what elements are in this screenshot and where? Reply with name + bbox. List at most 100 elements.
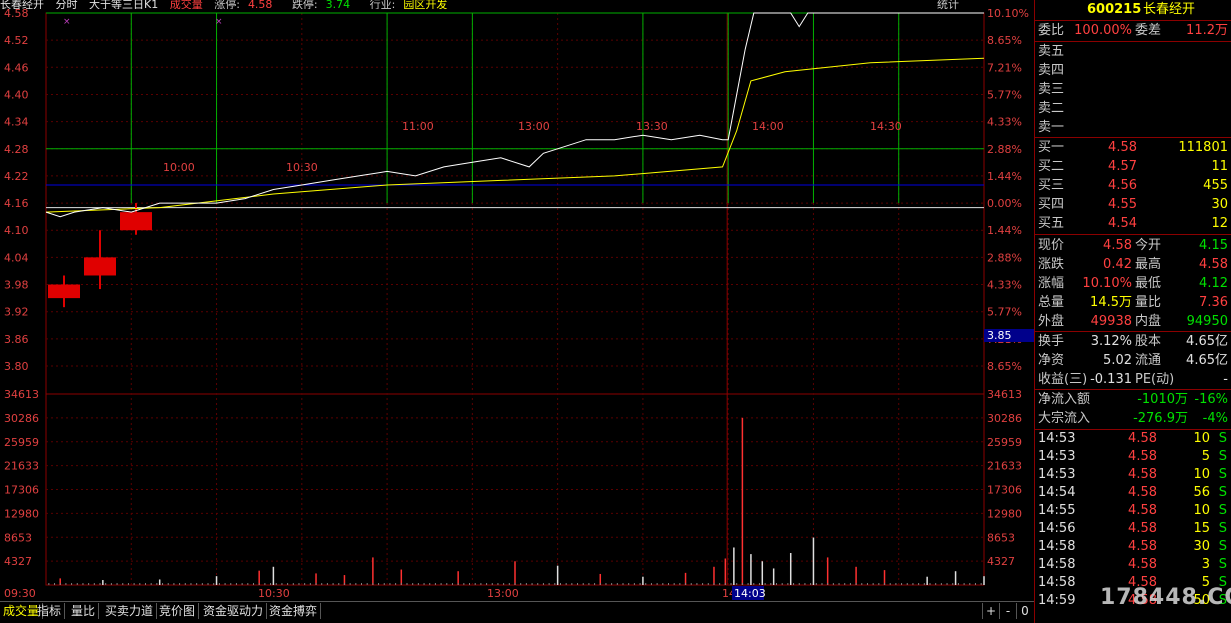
tick-price: 4.58	[1128, 467, 1157, 482]
quote-row: 现价 4.58 今开 4.15	[1035, 236, 1231, 255]
price-tick-label: 4.16	[4, 197, 29, 210]
cursor-value-label: 3.85	[987, 329, 1012, 342]
reset-button[interactable]: 0	[1016, 603, 1033, 619]
pct-tick-label: 5.77%	[987, 88, 1022, 101]
tick-volume: 5	[1201, 449, 1210, 464]
tick-price: 4.58	[1128, 521, 1157, 536]
tick-volume: 30	[1193, 539, 1210, 554]
buy-level-2: 买二 4.57 11	[1035, 157, 1231, 176]
diff-value: 11.2万	[1186, 23, 1228, 38]
stock-name-label: 长春经开	[0, 0, 44, 9]
quote-label: 量比	[1135, 295, 1162, 310]
panel-title: 600215 长春经开	[1035, 0, 1231, 20]
sell-level-label: 卖一	[1038, 120, 1065, 135]
sell-level-2: 卖二	[1035, 99, 1231, 118]
tick-time: 14:58	[1038, 557, 1076, 572]
price-tick-label: 3.80	[4, 360, 29, 373]
fundamental-label: PE(动)	[1135, 372, 1175, 387]
buy-level-4: 买四 4.55 30	[1035, 195, 1231, 214]
candle-body	[120, 212, 152, 231]
fund-flow-row: 大宗流入 -276.9万 -4%	[1035, 409, 1231, 428]
volume-tick-label-right: 8653	[987, 531, 1015, 544]
quote-label: 最低	[1135, 276, 1162, 291]
time-axis-label: 13:00	[487, 587, 519, 600]
quote-label: 最高	[1135, 257, 1162, 272]
tick-price: 4.58	[1128, 503, 1157, 518]
sell-level-5: 卖五	[1035, 42, 1231, 61]
buy-level-label: 买五	[1038, 216, 1065, 231]
price-tick-label: 4.22	[4, 170, 29, 183]
volume-tick-label: 4327	[4, 555, 32, 568]
fundamental-label: 流通	[1135, 353, 1162, 368]
quote-value: 10.10%	[1082, 276, 1132, 291]
buy-level-price: 4.54	[1108, 216, 1137, 231]
tick-time: 14:56	[1038, 521, 1076, 536]
intraday-chart[interactable]: 4.58 10.10%4.52 8.65%4.46 7.21%4.40 5.77%4.3…	[0, 0, 1034, 601]
tick-time: 14:55	[1038, 503, 1076, 518]
fund-flow-pct: -16%	[1194, 392, 1228, 407]
order-ratio-row: 委比 100.00% 委差 11.2万	[1035, 21, 1231, 40]
tab-3[interactable]: 买卖力道	[102, 603, 158, 619]
indicator-tabs: 成交量 指标 量比 买卖力道 竞价图 资金驱动力 资金搏弈 + - 0	[0, 601, 1034, 620]
fundamental-label: 净资	[1038, 353, 1065, 368]
pct-tick-label: 4.33%	[987, 116, 1022, 129]
sell-level-1: 卖一	[1035, 118, 1231, 137]
tab-2[interactable]: 量比	[68, 603, 100, 619]
trade-marker: ×	[215, 17, 223, 27]
fund-flow-value: -1010万	[1137, 392, 1188, 407]
price-tick-label: 4.28	[4, 143, 29, 156]
fundamental-value: 5.02	[1103, 353, 1132, 368]
pct-tick-label: 1.44%	[987, 170, 1022, 183]
time-axis-label: 10:30	[258, 587, 290, 600]
fundamental-label: 股本	[1135, 334, 1162, 349]
fund-flow-label: 大宗流入	[1038, 411, 1091, 426]
tab-1[interactable]: 指标	[34, 603, 66, 619]
buy-level-label: 买四	[1038, 197, 1065, 212]
view-label[interactable]: 分时	[56, 0, 78, 9]
fundamental-row: 收益(三) -0.131 PE(动) -	[1035, 370, 1231, 389]
buy-level-price: 4.55	[1108, 197, 1137, 212]
tab-6[interactable]: 资金搏弈	[266, 603, 322, 619]
price-tick-label: 3.86	[4, 333, 29, 346]
tick-time: 14:58	[1038, 575, 1076, 590]
quote-value: 49938	[1090, 314, 1132, 329]
quote-panel: 600215 长春经开 委比 100.00% 委差 11.2万 卖五 卖四 卖三 卖二…	[1034, 0, 1231, 623]
price-tick-label: 4.46	[4, 61, 29, 74]
tab-5[interactable]: 资金驱动力	[200, 603, 268, 619]
quote-label: 涨跌	[1038, 257, 1065, 272]
pct-tick-label: 8.65%	[987, 34, 1022, 47]
stats-button[interactable]: 统计	[937, 0, 959, 10]
sell-level-label: 卖五	[1038, 44, 1065, 59]
sell-level-label: 卖二	[1038, 101, 1065, 116]
days-label[interactable]: 大于等三日K1	[89, 0, 158, 9]
tick-side: S	[1218, 467, 1227, 482]
price-tick-label: 4.52	[4, 34, 29, 47]
zoom-in-button[interactable]: +	[982, 603, 999, 619]
industry-label: 行业:	[369, 0, 396, 9]
volume-tick-label-right: 17306	[987, 484, 1022, 497]
pct-tick-label: 2.88%	[987, 143, 1022, 156]
pct-tick-label: 4.33%	[987, 279, 1022, 292]
chart-frame	[45, 12, 985, 586]
tab-4[interactable]: 竞价图	[156, 603, 200, 619]
quote-value: 14.5万	[1090, 295, 1132, 310]
tick-volume: 15	[1193, 521, 1210, 536]
quote-label: 涨幅	[1038, 276, 1065, 291]
limit-up-value: 4.58	[247, 0, 273, 9]
tick-side: S	[1218, 449, 1227, 464]
avg-price-line	[45, 57, 985, 213]
inline-time-label: 10:00	[163, 161, 195, 174]
inline-time-label: 14:30	[870, 120, 902, 133]
ratio-label: 委比	[1038, 23, 1065, 38]
buy-level-5: 买五 4.54 12	[1035, 214, 1231, 233]
volume-tick-label: 8653	[4, 531, 32, 544]
zoom-out-button[interactable]: -	[999, 603, 1016, 619]
tick-time: 14:53	[1038, 431, 1076, 446]
buy-level-price: 4.57	[1108, 159, 1137, 174]
fundamental-value: 4.65亿	[1186, 334, 1228, 349]
tick-side: S	[1218, 431, 1227, 446]
diff-label: 委差	[1135, 23, 1162, 38]
tick-side: S	[1218, 485, 1227, 500]
tick-time: 14:53	[1038, 467, 1076, 482]
pct-tick-label: 5.77%	[987, 306, 1022, 319]
